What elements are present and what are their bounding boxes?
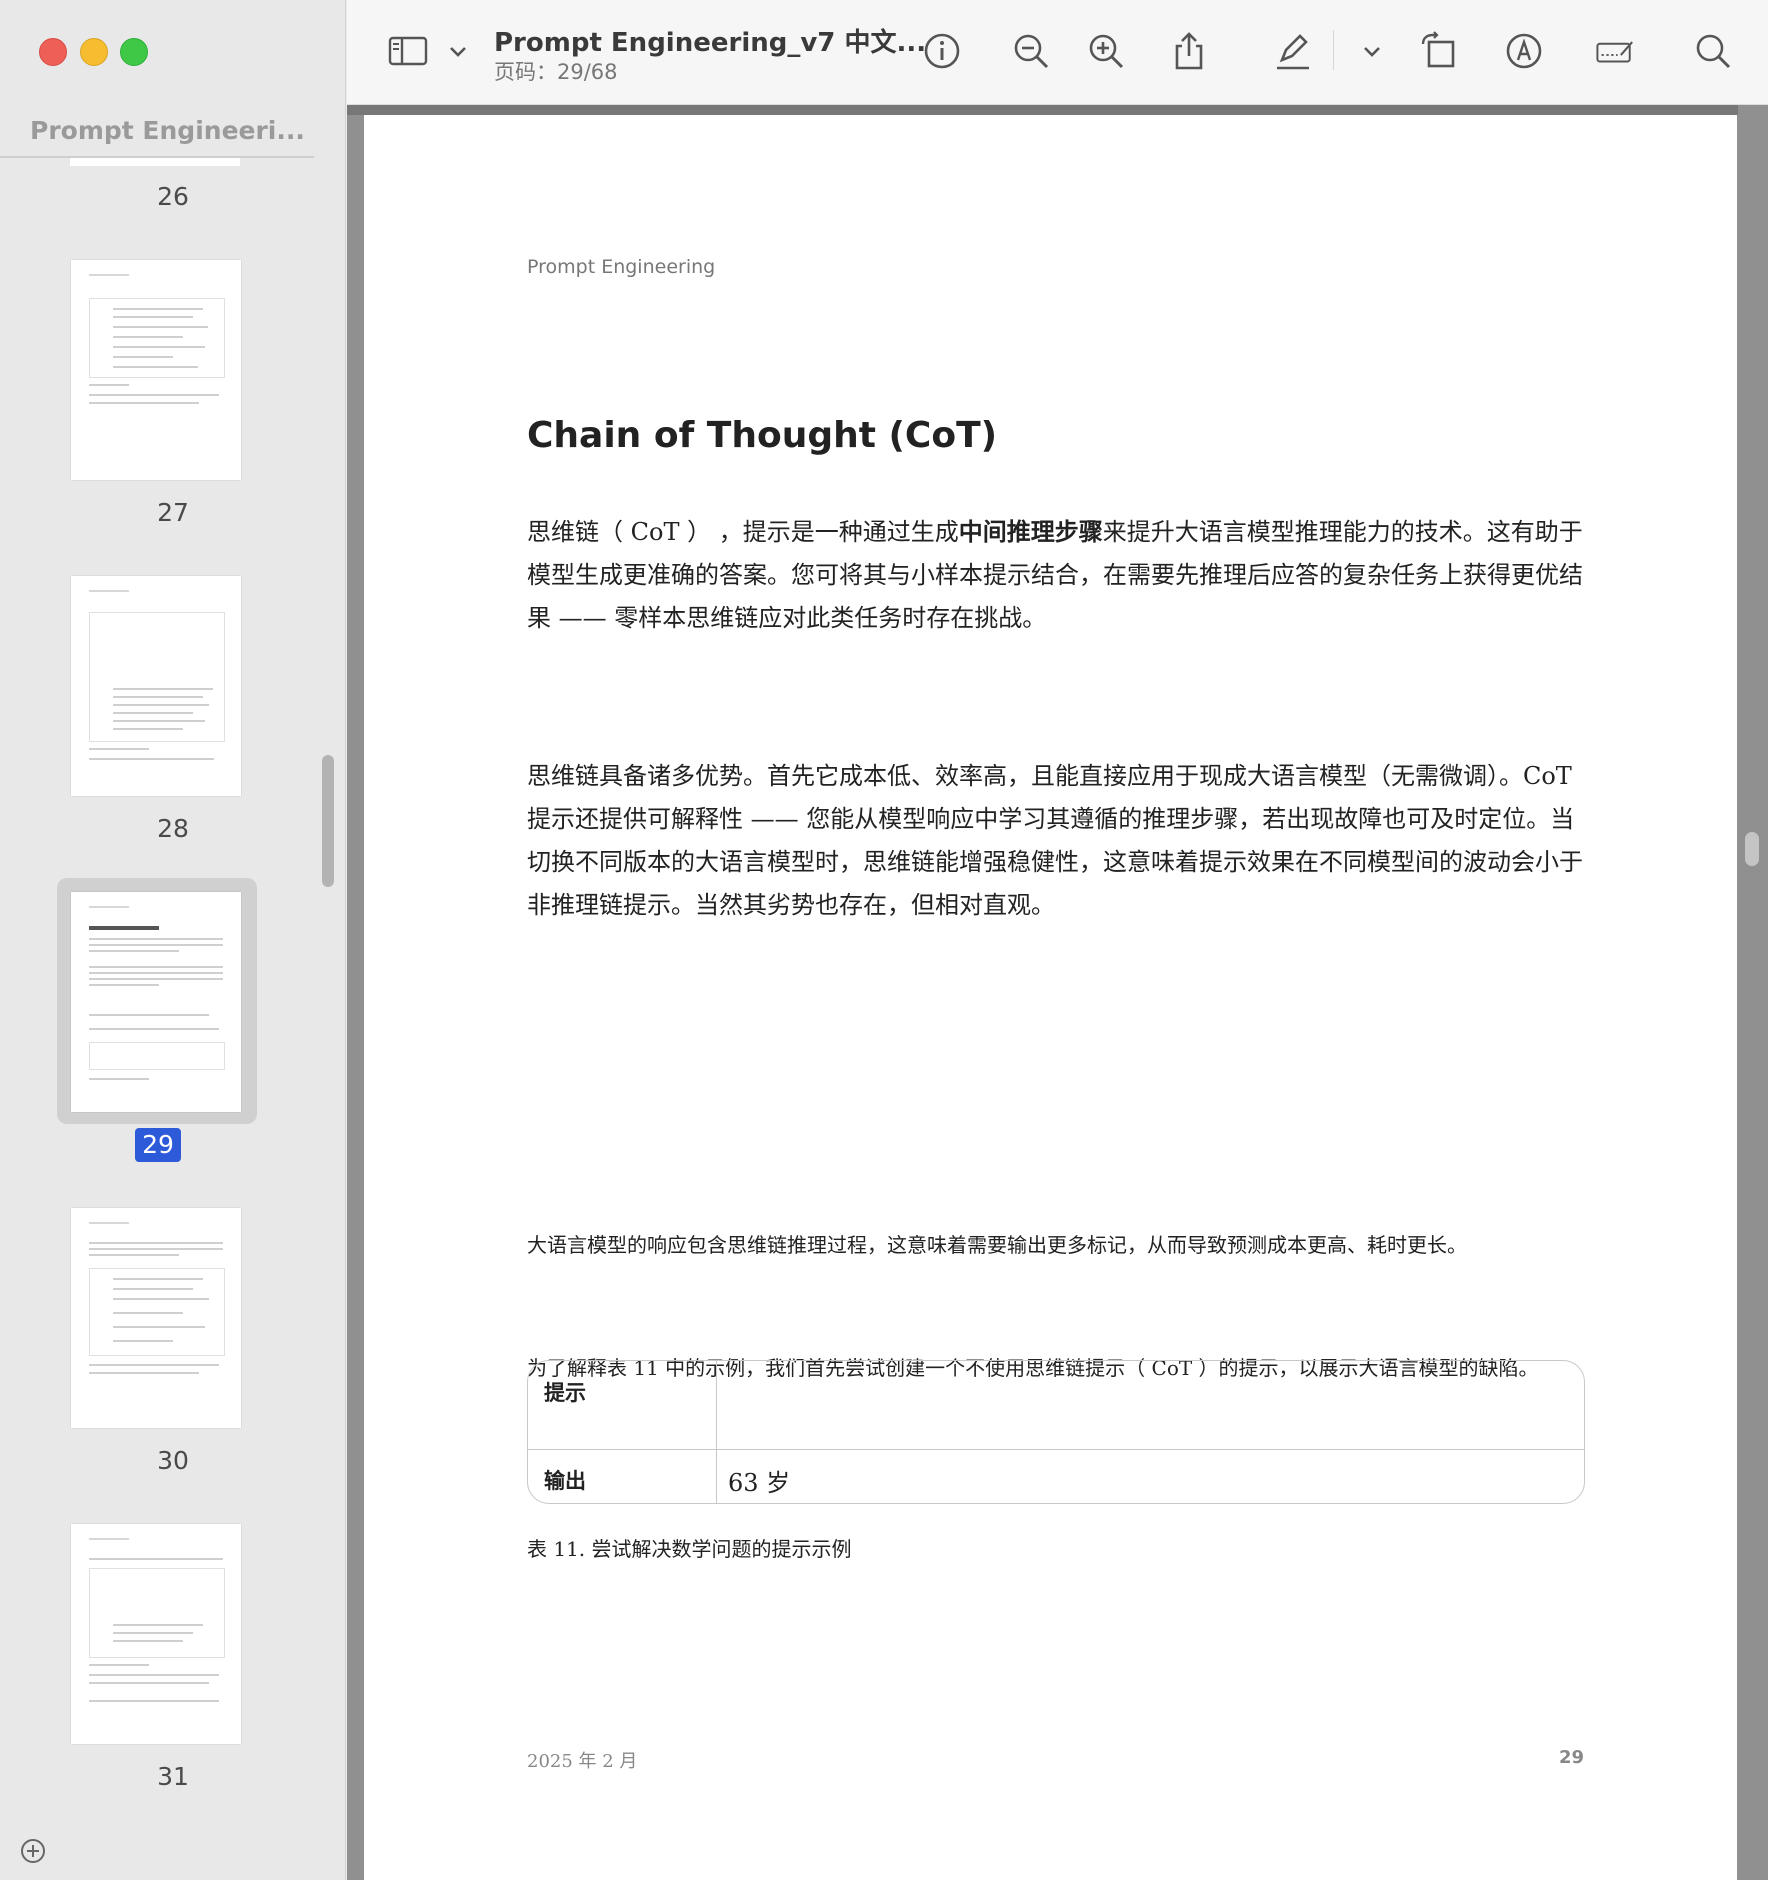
thumbnail-page-26[interactable] (70, 158, 240, 166)
document-title: Prompt Engineering_v7 中文... (494, 28, 927, 58)
table-value-output: 63 岁 (728, 1469, 791, 1497)
section-title: Chain of Thought (CoT) (527, 415, 998, 456)
minimize-window-button[interactable] (80, 38, 108, 66)
thumbnail-image (71, 1524, 241, 1744)
page-number-31: 31 (157, 1762, 189, 1791)
thumbnail-image (71, 1208, 241, 1428)
table-caption: 表 11. 尝试解决数学问题的提示示例 (527, 1537, 852, 1561)
close-window-button[interactable] (39, 38, 67, 66)
thumbnail-page-31[interactable] (57, 1510, 257, 1756)
current-page-badge: 29 (135, 1128, 181, 1162)
chevron-down-icon[interactable] (437, 30, 466, 72)
rotate-icon[interactable] (1417, 30, 1459, 72)
thumbnail-page-30[interactable] (57, 1194, 257, 1440)
page-number-26: 26 (157, 182, 189, 211)
add-page-icon[interactable] (20, 1838, 46, 1864)
page-footer-date: 2025 年 2 月 (527, 1751, 638, 1772)
table-label-prompt: 提示 (544, 1380, 586, 1405)
thumbnail-sidebar: Prompt Engineeri... 26 27 28 29 30 31 (0, 0, 346, 1880)
page-number-28: 28 (157, 814, 189, 843)
highlight-icon[interactable] (1272, 30, 1314, 72)
sidebar-divider (0, 156, 314, 158)
form-fill-icon[interactable] (1595, 30, 1647, 72)
previous-page-edge (347, 105, 1738, 115)
document-view[interactable]: Prompt Engineering Chain of Thought (CoT… (347, 105, 1768, 1880)
sidebar-scrollbar[interactable] (322, 755, 334, 887)
chevron-down-icon[interactable] (1351, 30, 1380, 72)
page-indicator: 页码：29/68 (494, 60, 618, 84)
thumbnail-image (71, 576, 241, 796)
share-icon[interactable] (1168, 30, 1210, 72)
page-footer-number: 29 (1558, 1747, 1584, 1768)
sidebar-toggle-icon[interactable] (387, 30, 429, 72)
thumbnail-page-28[interactable] (57, 562, 257, 808)
thumbnail-image (71, 260, 241, 480)
paragraph-intro: 思维链（ CoT ） ，提示是一种通过生成中间推理步骤来提升大语言模型推理能力的… (527, 517, 1583, 632)
zoom-out-icon[interactable] (1010, 30, 1052, 72)
zoom-in-icon[interactable] (1085, 30, 1127, 72)
pdf-page: Prompt Engineering Chain of Thought (CoT… (364, 115, 1737, 1880)
page-number-27: 27 (157, 498, 189, 527)
toolbar-separator (1333, 30, 1334, 70)
toolbar: Prompt Engineering_v7 中文... 页码：29/68 (347, 0, 1768, 105)
table-label-output: 输出 (544, 1468, 586, 1493)
paragraph-drawbacks: 大语言模型的响应包含思维链推理过程，这意味着需要输出更多标记，从而导致预测成本更… (527, 1233, 1467, 1257)
search-icon[interactable] (1692, 30, 1734, 72)
page-number-30: 30 (157, 1446, 189, 1475)
paragraph-advantages: 思维链具备诸多优势。首先它成本低、效率高，且能直接应用于现成大语言模型（无需微调… (527, 762, 1583, 919)
thumbnail-image (71, 892, 241, 1112)
info-icon[interactable] (921, 30, 963, 72)
thumbnail-page-27[interactable] (57, 246, 257, 492)
sidebar-title: Prompt Engineeri... (30, 116, 305, 145)
document-scrollbar[interactable] (1745, 832, 1759, 866)
fullscreen-window-button[interactable] (120, 38, 148, 66)
example-table: 提示 输出 63 岁 (527, 1360, 1585, 1504)
page-running-header: Prompt Engineering (527, 256, 716, 278)
thumbnail-page-29[interactable] (57, 878, 257, 1124)
markup-icon[interactable] (1503, 30, 1545, 72)
